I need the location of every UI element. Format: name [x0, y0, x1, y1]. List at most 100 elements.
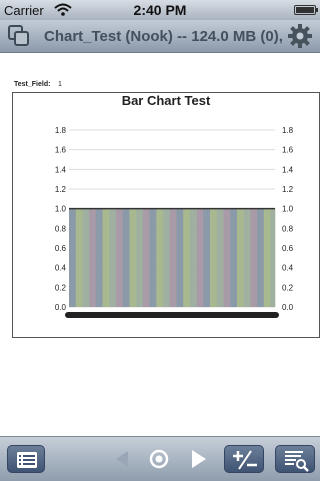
chart-bar: [194, 208, 197, 307]
chart-bar: [207, 208, 211, 307]
chart-bar: [71, 208, 74, 307]
chart-bar: [82, 208, 85, 307]
chart-bar: [261, 208, 265, 307]
chart-bar: [91, 208, 94, 307]
search-list-button[interactable]: [275, 445, 315, 473]
chart-bar: [120, 208, 124, 307]
chart-bar: [176, 208, 180, 307]
chart-bar: [192, 208, 195, 307]
chart-bar: [149, 208, 153, 307]
chart-bar: [234, 208, 238, 307]
y-tick-label-right: 1.0: [282, 205, 294, 214]
chart-bar: [198, 208, 202, 307]
chart-bar: [75, 208, 79, 307]
play-icon[interactable]: [186, 445, 210, 473]
y-tick-label-right: 0.4: [282, 264, 294, 273]
chart-bar: [107, 208, 110, 307]
chart-bar: [89, 208, 92, 307]
chart-bar: [77, 208, 81, 307]
chart-bar: [257, 208, 260, 307]
chart-bar: [167, 208, 171, 307]
chart-bar: [95, 208, 99, 307]
chart-bar: [227, 208, 231, 307]
chart-bar: [102, 208, 106, 307]
chart-bar: [84, 208, 88, 307]
chart-bar: [158, 208, 162, 307]
chart-bar: [116, 208, 119, 307]
y-tick-label-left: 0.0: [55, 303, 67, 312]
y-tick-label-left: 1.0: [55, 205, 67, 214]
chart-bar: [268, 208, 271, 307]
chart-bar: [272, 208, 276, 307]
chart-bar: [241, 208, 244, 307]
bottom-toolbar: [0, 436, 320, 481]
chart-bar: [138, 208, 141, 307]
chart-bar: [178, 208, 182, 307]
chart-bar: [254, 208, 258, 307]
back-arrow-icon[interactable]: [110, 445, 134, 473]
chart-bar: [109, 208, 112, 307]
chart-bar: [252, 208, 256, 307]
record-icon[interactable]: [147, 445, 171, 473]
chart-bar: [201, 208, 204, 307]
y-tick-label-right: 0.8: [282, 224, 294, 233]
chart-bar: [223, 208, 227, 307]
chart-bar: [113, 208, 117, 307]
chart-bar: [131, 208, 135, 307]
chart-bar: [122, 208, 126, 307]
plus-minus-button[interactable]: [224, 445, 264, 473]
y-tick-label-left: 0.2: [55, 283, 67, 292]
chart-bar: [219, 208, 222, 307]
chart-bar: [154, 208, 157, 307]
chart-bar: [189, 208, 193, 307]
chart-bar: [239, 208, 242, 307]
chart-bar: [250, 208, 253, 307]
chart-bar: [212, 208, 215, 307]
chart-bar: [245, 208, 249, 307]
chart-bar: [263, 208, 267, 307]
chart-bar: [187, 208, 191, 307]
y-tick-label-right: 1.4: [282, 165, 294, 174]
y-tick-label-right: 1.6: [282, 146, 294, 155]
chart-bar: [163, 208, 166, 307]
chart-bar: [140, 208, 144, 307]
chart-bar: [111, 208, 115, 307]
chart-bar: [183, 208, 186, 307]
chart-bar: [214, 208, 218, 307]
list-button[interactable]: [7, 445, 45, 473]
chart-bar: [216, 208, 220, 307]
y-tick-label-right: 0.0: [282, 303, 294, 312]
chart-bar: [127, 208, 130, 307]
chart-bar: [243, 208, 247, 307]
chart-bar: [156, 208, 159, 307]
y-tick-label-left: 0.6: [55, 244, 67, 253]
chart-bar: [165, 208, 168, 307]
chart-bar: [172, 208, 175, 307]
chart-bar: [259, 208, 262, 307]
chart-bar: [100, 208, 103, 307]
chart-bar: [145, 208, 148, 307]
y-tick-label-left: 1.8: [55, 126, 67, 135]
chart-bar: [136, 208, 139, 307]
chart-bar: [93, 208, 97, 307]
chart-bar: [180, 208, 184, 307]
chart-bar: [104, 208, 108, 307]
y-tick-label-right: 1.8: [282, 126, 294, 135]
chart-bar: [248, 208, 251, 307]
chart-bar: [133, 208, 137, 307]
plus-minus-icon: [233, 450, 257, 470]
y-tick-label-left: 1.4: [55, 165, 67, 174]
list-icon: [17, 452, 37, 468]
chart-bar: [147, 208, 150, 307]
chart-bar: [169, 208, 173, 307]
chart-bar: [196, 208, 200, 307]
bar-chart: 0.0 0.0 0.2 0.2 0.4 0.4 0.6 0.6 0.8 0.8 1.0 1.0 1.2 1…: [55, 126, 294, 318]
y-tick-label-left: 1.6: [55, 146, 67, 155]
y-tick-label-right: 1.2: [282, 185, 294, 194]
chart-bar: [270, 208, 274, 307]
chart-bar: [142, 208, 146, 307]
chart-bar: [129, 208, 132, 307]
chart-bar: [80, 208, 83, 307]
x-axis-bar: [65, 312, 279, 318]
chart-bar: [205, 208, 209, 307]
